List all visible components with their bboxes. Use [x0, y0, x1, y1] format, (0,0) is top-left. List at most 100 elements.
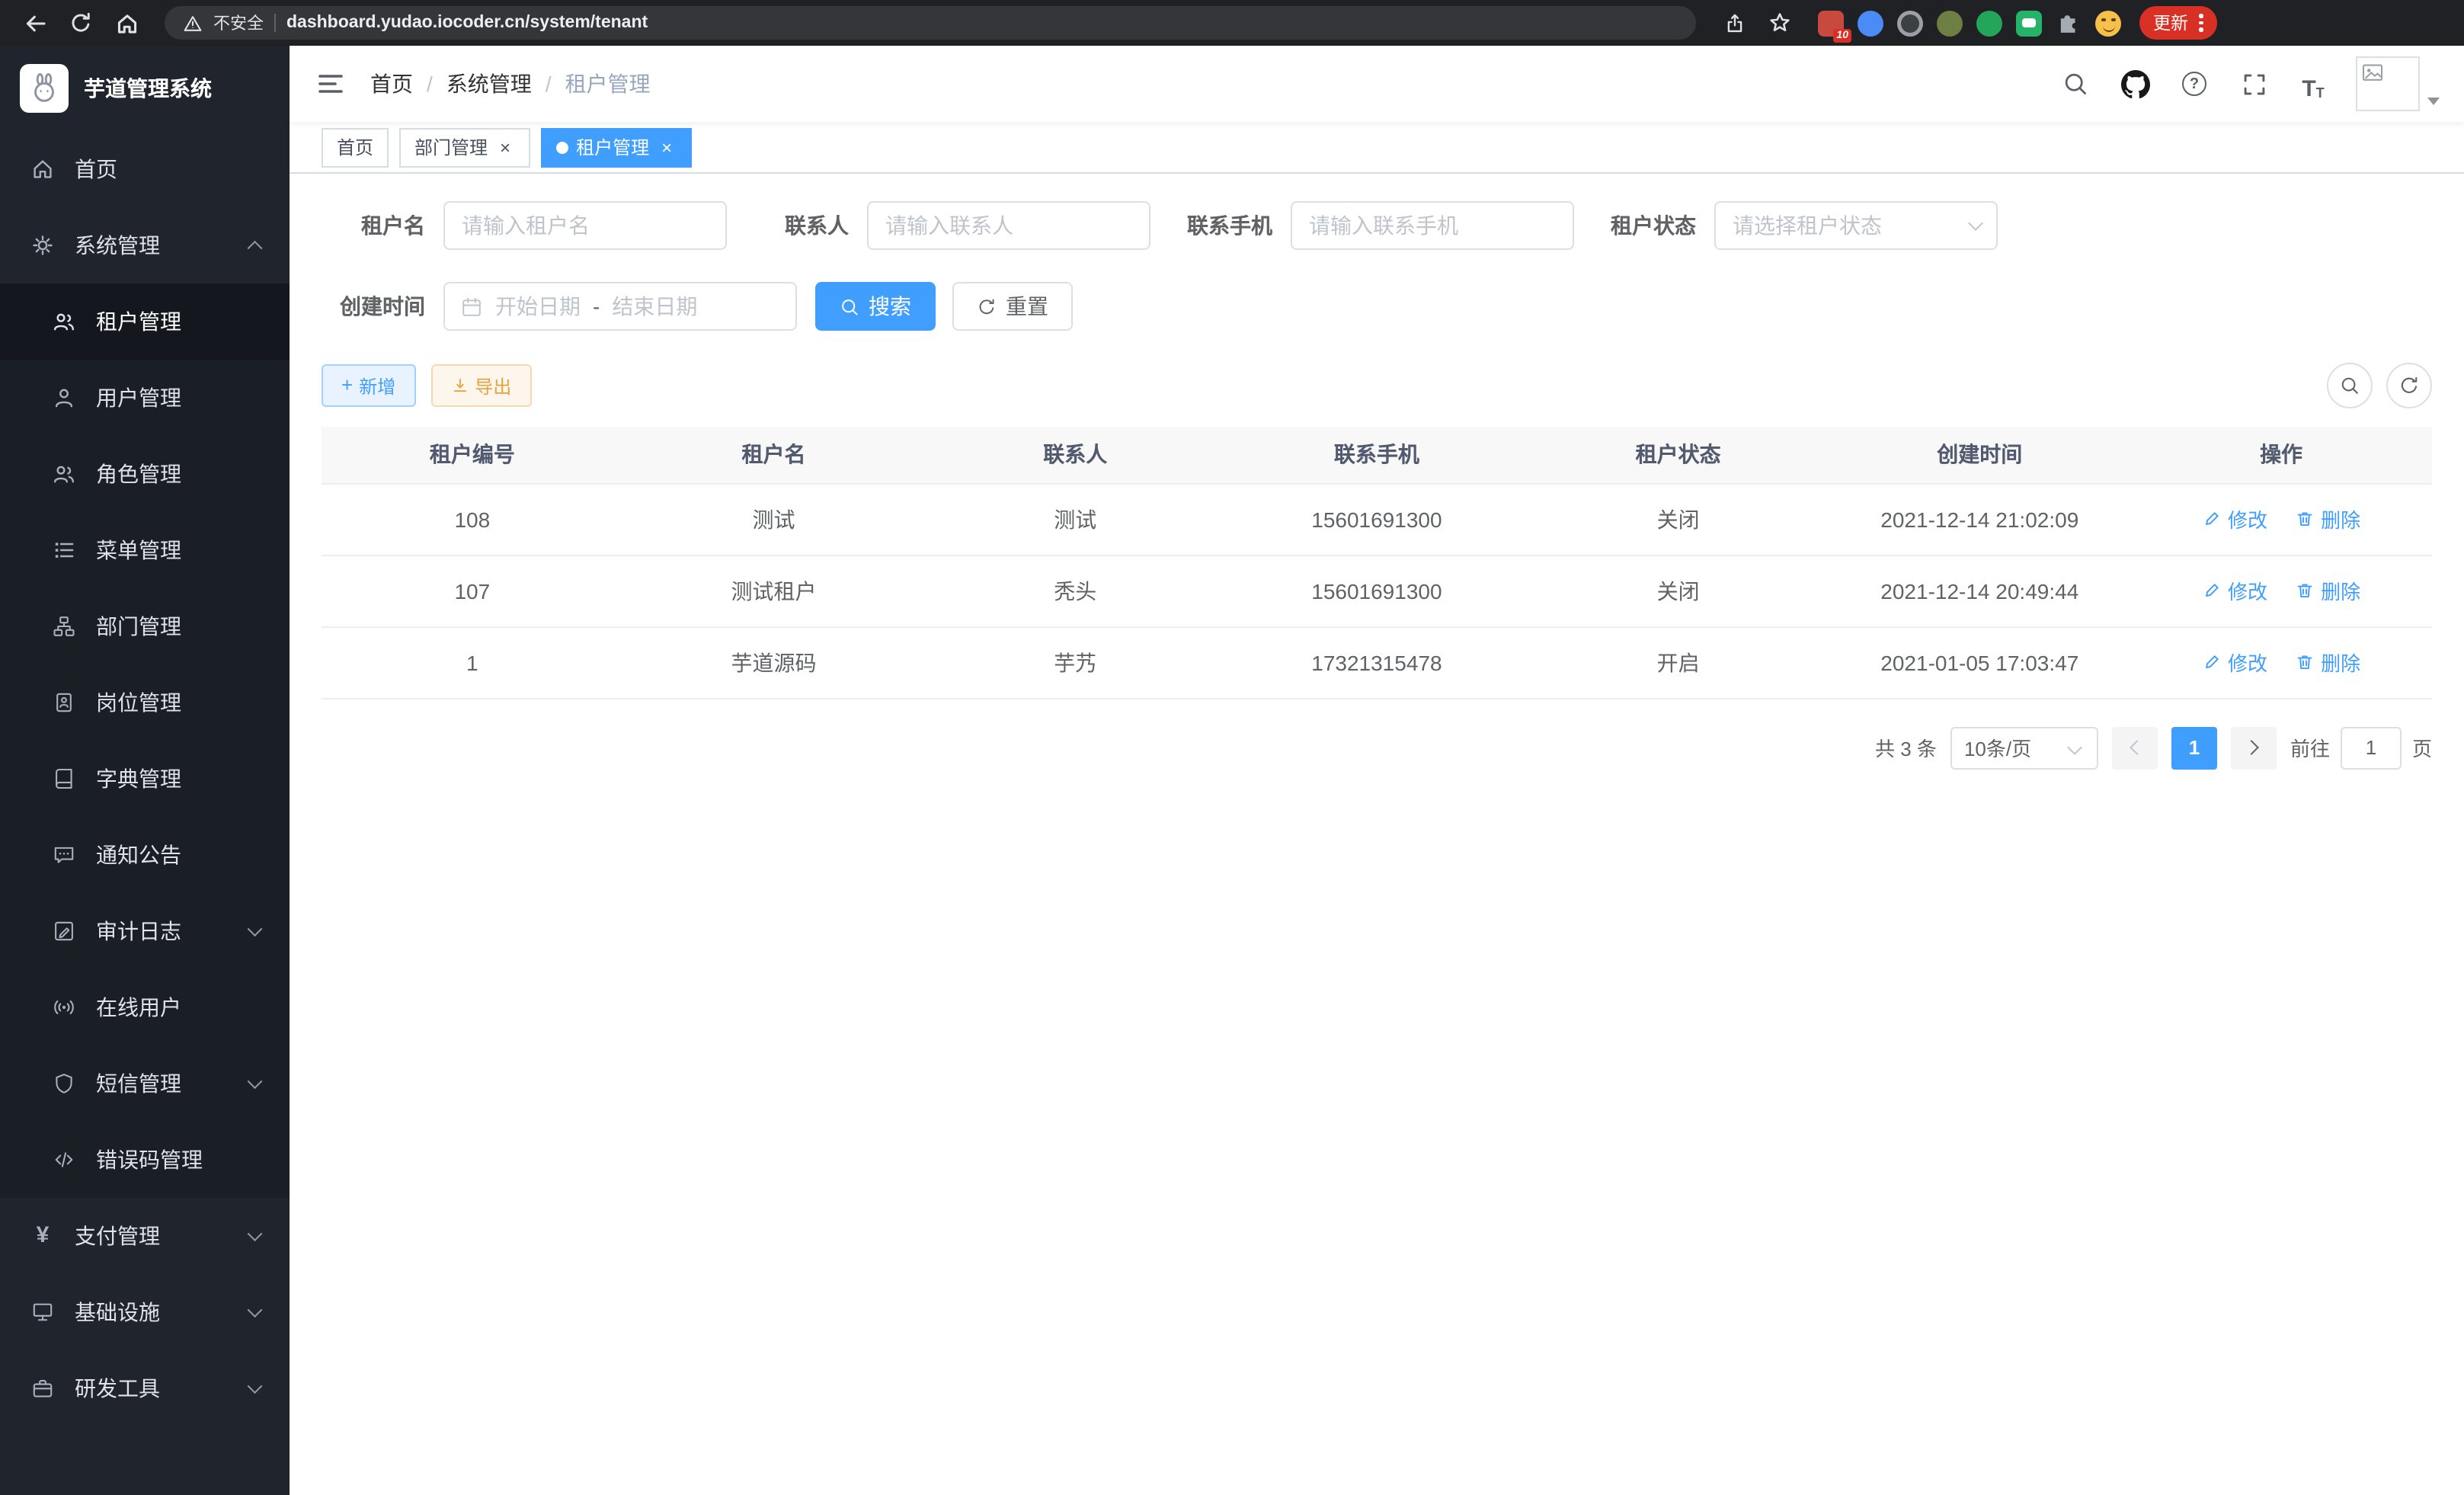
- refresh-table-button[interactable]: [2386, 363, 2432, 408]
- bookmark-star-icon[interactable]: [1760, 3, 1800, 43]
- edit-button[interactable]: 修改: [2202, 648, 2267, 677]
- sidebar-item-menu[interactable]: 菜单管理: [0, 512, 290, 588]
- back-icon[interactable]: [15, 3, 55, 43]
- cell-tenant-id: 107: [322, 555, 623, 626]
- page-size-select[interactable]: 10条/页: [1950, 726, 2098, 769]
- sidebar-item-role[interactable]: 角色管理: [0, 436, 290, 512]
- security-label[interactable]: 不安全: [213, 11, 264, 35]
- pagination: 共 3 条 10条/页 1 前往 页: [322, 726, 2432, 769]
- update-button[interactable]: 更新: [2139, 6, 2216, 40]
- sidebar-item-home[interactable]: 首页: [0, 131, 290, 207]
- tag-tenant-active[interactable]: 租户管理: [541, 127, 692, 167]
- sidebar-item-pay[interactable]: 支付管理: [0, 1198, 290, 1274]
- pencil-icon: [2202, 509, 2222, 529]
- extensions-puzzle-icon[interactable]: [2056, 10, 2082, 36]
- home-icon[interactable]: [107, 3, 146, 43]
- sidebar-item-dept[interactable]: 部门管理: [0, 588, 290, 664]
- extension-icon[interactable]: [1937, 10, 1963, 36]
- cell-actions: 修改 删除: [2130, 555, 2432, 626]
- extension-icon[interactable]: [1976, 10, 2002, 36]
- extension-icon[interactable]: [2016, 10, 2042, 36]
- tenant-page: 租户名 联系人 联系手机 租户状态: [290, 174, 2464, 1495]
- toggle-search-button[interactable]: [2327, 363, 2373, 408]
- date-range-picker[interactable]: 开始日期 - 结束日期: [443, 282, 797, 331]
- delete-button[interactable]: 删除: [2295, 648, 2360, 677]
- tag-dept[interactable]: 部门管理: [399, 127, 530, 167]
- download-icon: [450, 376, 469, 395]
- sidebar-toggle-hamburger-icon[interactable]: [314, 67, 347, 101]
- edit-button[interactable]: 修改: [2202, 504, 2267, 533]
- app-logo[interactable]: 芋道管理系统: [0, 46, 290, 131]
- export-button-label: 导出: [475, 373, 511, 399]
- contact-input[interactable]: [867, 201, 1150, 250]
- reset-button[interactable]: 重置: [952, 282, 1073, 331]
- breadcrumb: 首页 / 系统管理 / 租户管理: [370, 69, 651, 99]
- edit-button[interactable]: 修改: [2202, 576, 2267, 605]
- sidebar-item-label: 基础设施: [75, 1297, 229, 1327]
- top-navbar: 首页 / 系统管理 / 租户管理: [290, 46, 2464, 122]
- next-page-button[interactable]: [2231, 726, 2277, 769]
- cell-phone: 17321315478: [1226, 626, 1528, 698]
- prev-page-button[interactable]: [2112, 726, 2158, 769]
- fullscreen-icon[interactable]: [2237, 67, 2270, 101]
- goto-page: 前往 页: [2290, 726, 2432, 769]
- cell-tenant-id: 108: [322, 483, 623, 555]
- font-size-icon[interactable]: [2296, 67, 2330, 101]
- share-icon[interactable]: [1714, 3, 1754, 43]
- close-icon[interactable]: [657, 137, 677, 157]
- status-select[interactable]: [1714, 201, 1998, 250]
- cell-created: 2021-12-14 21:02:09: [1829, 483, 2130, 555]
- address-bar[interactable]: 不安全 dashboard.yudao.iocoder.cn/system/te…: [165, 6, 1696, 40]
- column-header: 联系人: [924, 427, 1226, 483]
- sidebar-item-audit[interactable]: 审计日志: [0, 893, 290, 969]
- trash-icon: [2295, 581, 2315, 600]
- delete-button[interactable]: 删除: [2295, 576, 2360, 605]
- user-avatar[interactable]: [2356, 56, 2440, 111]
- add-button[interactable]: 新增: [322, 364, 415, 407]
- sidebar-item-label: 错误码管理: [96, 1144, 259, 1175]
- search-icon: [2339, 375, 2360, 396]
- sidebar-item-user[interactable]: 用户管理: [0, 360, 290, 436]
- delete-button[interactable]: 删除: [2295, 504, 2360, 533]
- sidebar-item-post[interactable]: 岗位管理: [0, 664, 290, 741]
- phone-input[interactable]: [1291, 201, 1574, 250]
- sidebar: 芋道管理系统 首页 系统管理 租户管: [0, 46, 290, 1495]
- breadcrumb-item[interactable]: 首页: [370, 69, 413, 99]
- sidebar-item-tenant[interactable]: 租户管理: [0, 283, 290, 360]
- sidebar-item-tools[interactable]: 研发工具: [0, 1350, 290, 1426]
- sidebar-item-online[interactable]: 在线用户: [0, 969, 290, 1045]
- table-toolbar: 新增 导出: [322, 363, 2432, 408]
- reload-icon[interactable]: [61, 3, 101, 43]
- search-icon[interactable]: [2059, 67, 2092, 101]
- extension-icon[interactable]: [1897, 10, 1923, 36]
- profile-avatar-icon[interactable]: [2095, 10, 2121, 36]
- sidebar-item-label: 系统管理: [75, 230, 229, 261]
- edit-document-icon: [52, 919, 76, 943]
- calendar-icon: [460, 295, 483, 318]
- tenant-name-input[interactable]: [443, 201, 727, 250]
- close-icon[interactable]: [495, 137, 515, 157]
- chevron-up-icon: [247, 242, 261, 255]
- sidebar-item-notice[interactable]: 通知公告: [0, 817, 290, 893]
- current-page[interactable]: 1: [2171, 726, 2217, 769]
- sidebar-item-dict[interactable]: 字典管理: [0, 741, 290, 817]
- cell-actions: 修改 删除: [2130, 626, 2432, 698]
- search-button[interactable]: 搜索: [815, 282, 936, 331]
- sidebar-item-label: 短信管理: [96, 1068, 229, 1099]
- toolbar-right: [2327, 363, 2432, 408]
- sidebar-item-infra[interactable]: 基础设施: [0, 1274, 290, 1350]
- sidebar-item-sms[interactable]: 短信管理: [0, 1045, 290, 1122]
- extension-icon[interactable]: [1858, 10, 1883, 36]
- sidebar-item-system[interactable]: 系统管理: [0, 207, 290, 283]
- column-header: 操作: [2130, 427, 2432, 483]
- github-icon[interactable]: [2118, 67, 2152, 101]
- export-button[interactable]: 导出: [430, 364, 531, 407]
- tag-home[interactable]: 首页: [322, 127, 389, 167]
- breadcrumb-item[interactable]: 系统管理: [446, 69, 532, 99]
- cell-status: 关闭: [1528, 483, 1829, 555]
- goto-page-input[interactable]: [2341, 726, 2402, 769]
- help-icon[interactable]: [2178, 67, 2211, 101]
- browser-menu-kebab-icon[interactable]: [2199, 14, 2203, 32]
- extension-icon[interactable]: 10: [1818, 10, 1844, 36]
- sidebar-item-errcode[interactable]: 错误码管理: [0, 1122, 290, 1198]
